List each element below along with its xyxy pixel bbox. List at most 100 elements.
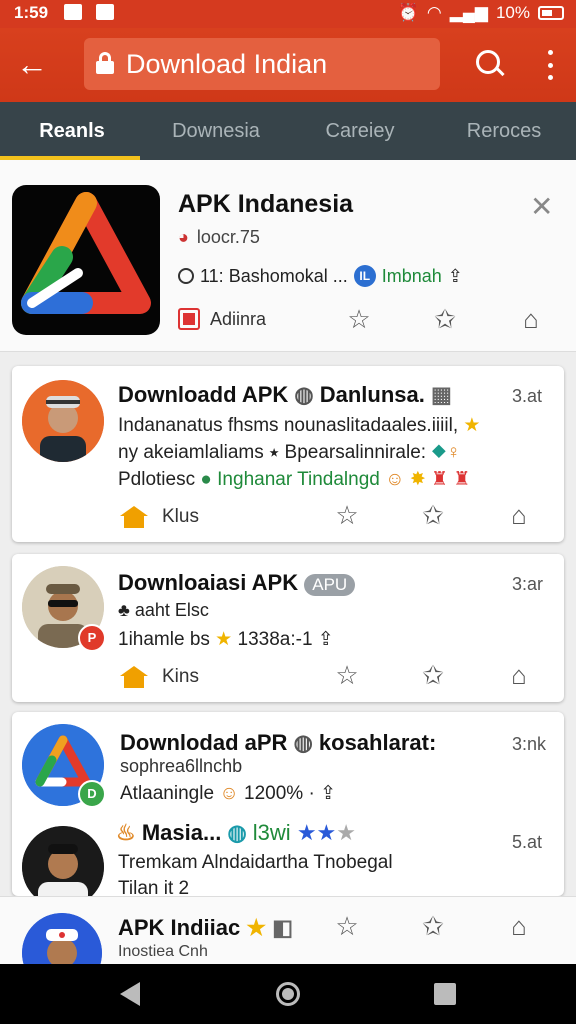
app-badge-icon: D [78,780,106,808]
app-badge-icon: P [78,624,106,652]
pin-icon: ♀ [446,442,461,463]
badge-star-icon: ✸ [409,469,426,490]
lock-icon [96,52,114,74]
tab-downesia[interactable]: Downesia [144,102,288,160]
app-badge-icon: ◍ [294,382,320,407]
more-options-icon[interactable] [544,50,556,80]
star-icon[interactable]: ☆ [304,660,390,691]
card-title: Downloadd APK ◍ Danlunsa. ▦ [118,382,452,407]
featured-developer: ◕ loocr.75 [178,227,260,247]
star-icon: ★ [215,629,233,650]
category-icon [178,308,200,330]
nav-back-icon[interactable] [120,982,140,1006]
card-title: ♨ Masia... ◍ l3wi ★★★ [116,820,356,845]
url-bar[interactable]: Download Indian [84,38,440,90]
tab-reanls[interactable]: Reanls [0,102,144,160]
app-list-card[interactable]: Downloadd APK ◍ Danlunsa. ▦ 3.at Indanan… [12,366,564,542]
status-time: 1:59 [14,3,49,22]
card-time: 3.at [512,386,543,406]
verified-icon: IL [353,265,376,287]
wifi-icon: ◠ [426,3,442,22]
card-description-line: Pdlotiesc ● Inghanar Tindalngd ☺ ✸ ♜ ♜ [118,469,471,490]
avatar [22,826,104,896]
url-text: Download Indian [126,49,328,79]
bookmark-star-icon[interactable]: ✩ [390,911,476,942]
card-description-line: ny akeiamlaliams ⭑ Bpearsalinnirale: ◆♀ [118,442,461,463]
card-time: 3:ar [512,574,544,594]
app-list-card[interactable]: D Downlodad aPR ◍ kosahlarat: 3:nk sophr… [12,712,564,896]
share-icon[interactable]: ⇪ [320,783,336,804]
tab-careiey[interactable]: Careiey [288,102,432,160]
featured-app-card[interactable]: APK Indanesia ✕ ◕ loocr.75 11: Bashomoka… [0,160,576,352]
card-description-line: Tilan it 2 [118,878,190,896]
app-badge-icon: ◍ [227,820,253,845]
star-icon[interactable]: ☆ [304,500,390,531]
bookmark-star-icon[interactable]: ✩ [402,304,488,335]
app-badge-icon: ◍ [293,730,319,755]
rating-stars-icon: ★★ [296,820,337,845]
share-box-icon[interactable]: ⌂ [476,911,562,942]
globe-icon: ● [200,469,212,490]
app-logo [12,185,160,335]
tag-icon: ◆ [431,442,447,463]
featured-actions: ☆ ✩ ⌂ [316,304,574,335]
signal-icon: ▂▄▆ [449,3,488,22]
close-icon[interactable]: ✕ [530,190,553,223]
card-description-line: sophrea6llnchb [120,756,243,776]
tab-reroces[interactable]: Reroces [432,102,576,160]
battery-icon [538,6,564,20]
character-icon: ♜ [431,469,449,490]
share-box-icon[interactable]: ⌂ [476,660,562,691]
system-nav-bar [0,964,576,1024]
flame-icon: ♨ [116,820,136,845]
alarm-icon: ⏰ [397,3,419,22]
bookmark-star-icon[interactable]: ✩ [390,660,476,691]
star-icon: ★ [463,415,481,436]
card-description-line: Atlaaningle ☺ 1200% · ⇪ [120,783,336,804]
avatar [22,380,104,462]
emoji-icon: ☺ [385,469,405,490]
character-icon: ♜ [453,469,471,490]
app-bar: ← Download Indian [0,28,576,102]
star-icon: ★ [246,915,267,940]
search-icon[interactable] [474,48,506,80]
notification-icon [64,4,82,20]
card-description-line: Tremkam Alndaidartha Tnobegal [118,852,393,873]
emoji-icon: ☺ [219,783,239,804]
developer-icon: ◕ [178,227,189,247]
app-list-card[interactable]: P Downloaiasi APK APU 3:ar ♣ aaht Elsc 1… [12,554,564,702]
share-icon[interactable]: ⇪ [448,266,463,287]
thumb-icon: ▦ [431,382,452,407]
share-box-icon[interactable]: ⌂ [476,500,562,531]
nav-recents-icon[interactable] [434,983,456,1005]
tab-bar: Reanls Downesia Careiey Reroces [0,102,576,160]
bottom-app-row[interactable]: APK Indiiac ★ ◧ Inostiea Cnh ☆ ✩ ⌂ [0,896,576,964]
avatar [22,913,102,964]
card-time: 3:nk [512,734,547,754]
back-arrow-icon[interactable]: ← [16,48,50,82]
card-title: APK Indiiac ★ ◧ [118,915,294,940]
info-circle-icon [178,268,194,284]
star-icon[interactable]: ☆ [316,304,402,335]
card-category: Kins [120,666,199,688]
featured-title: APK Indanesia [178,190,354,218]
battery-text: 10% [495,3,530,22]
bookmark-star-icon[interactable]: ✩ [390,500,476,531]
mail-notification-icon [96,4,114,20]
featured-category: Adiinra [178,308,266,330]
category-home-icon [120,666,148,688]
share-icon[interactable]: ⇪ [318,629,334,650]
status-bar: 1:59 ⏰ ◠ ▂▄▆ 10% [0,0,576,28]
star-icon[interactable]: ☆ [304,911,390,942]
card-category: Klus [120,506,199,528]
featured-details: 11: Bashomokal ... IL Imbnah ⇪ [178,265,463,287]
share-box-icon[interactable]: ⌂ [488,304,574,335]
badge-icon: ◧ [272,915,294,940]
card-description-line: 1ihamle bs ★ 1338a:-1 ⇪ [118,629,334,650]
card-description-line: ♣ aaht Elsc [118,600,209,620]
category-home-icon [120,506,148,528]
nav-home-icon[interactable] [276,982,300,1006]
bottom-actions: ☆ ✩ ⌂ [304,911,562,942]
card-actions: ☆ ✩ ⌂ [304,660,562,691]
card-time: 5.at [512,832,543,852]
